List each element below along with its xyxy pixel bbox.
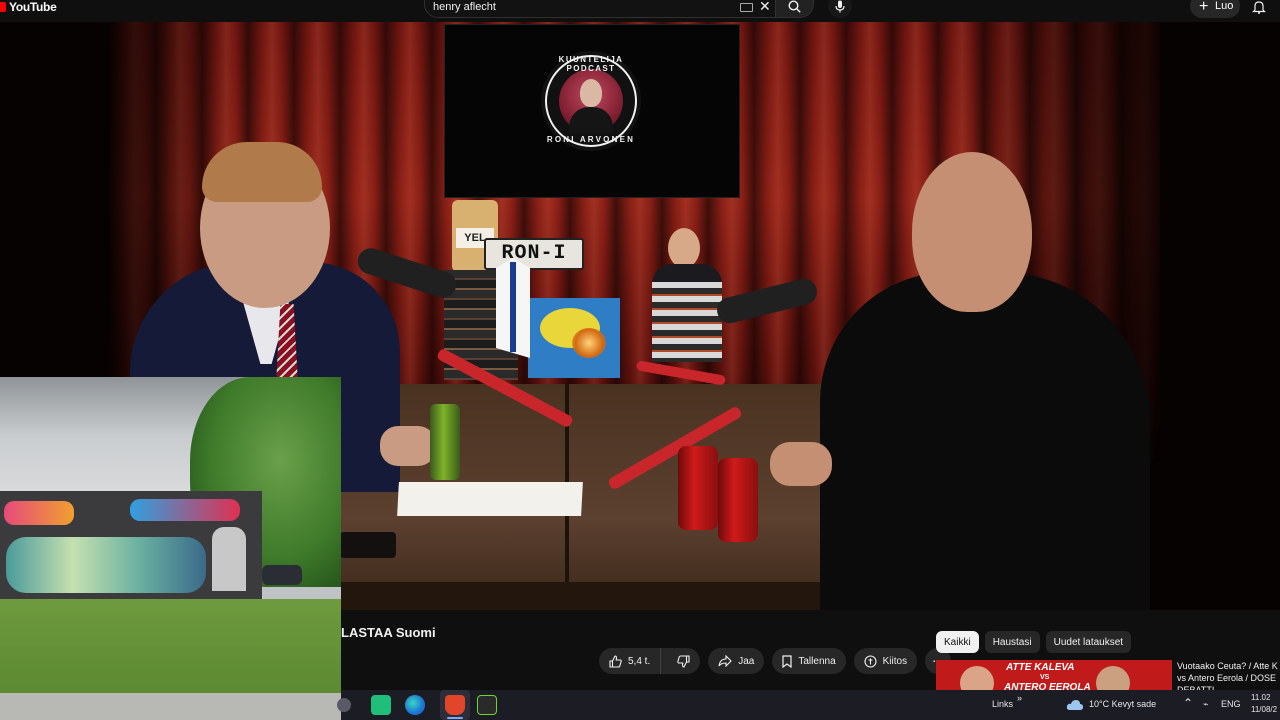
youtube-logo-text: YouTube [9, 0, 57, 14]
cola-can-2 [718, 458, 758, 542]
lamp [572, 328, 606, 358]
save-button[interactable]: Tallenna [772, 648, 846, 674]
windows-taskbar: Links » 10°C Kevyt sade ⌃ ⌁ ENG 11.02 11… [337, 690, 1280, 720]
guest-right [820, 272, 1150, 610]
youtube-logo[interactable]: YouTube [0, 0, 57, 14]
filter-chips: Kaikki Haustasi Uudet lataukset [936, 631, 1132, 653]
podcast-screen: KUUNTELIJA PODCAST RONI ARVONEN [444, 24, 740, 198]
cardboard-cutout-head [668, 228, 700, 268]
dislike-button[interactable] [667, 648, 700, 674]
weather-readout[interactable]: 10°C Kevyt sade [1089, 699, 1156, 709]
notifications-button[interactable] [1252, 0, 1266, 19]
guest-right-hand [770, 442, 832, 486]
video-info: LASTAA Suomi 5,4 t. Jaa Tallenna Kiitos … [341, 610, 1280, 700]
system-clock[interactable]: 11.02 11/08/2 [1251, 692, 1277, 716]
links-toolbar[interactable]: Links [992, 699, 1013, 709]
share-icon [718, 655, 733, 667]
clock-date: 11/08/2 [1251, 705, 1278, 714]
plus-icon: + [1199, 0, 1209, 15]
bell-icon [1252, 1, 1266, 14]
lawn [0, 599, 341, 693]
parked-car [262, 565, 302, 585]
clock-time: 11.02 [1251, 693, 1271, 702]
language-indicator[interactable]: ENG [1221, 699, 1241, 709]
like-button[interactable]: 5,4 t. [599, 648, 662, 674]
book-stack-right [652, 282, 722, 362]
share-label: Jaa [738, 655, 755, 667]
thanks-icon [864, 654, 877, 668]
podcast-logo-top-text: KUUNTELIJA PODCAST [558, 55, 624, 73]
like-dislike-group: 5,4 t. [599, 648, 701, 674]
microphone-icon [835, 0, 845, 13]
search-input[interactable] [433, 1, 723, 13]
notes-paper [397, 482, 583, 516]
youtube-play-icon [0, 2, 6, 12]
podcast-logo: KUUNTELIJA PODCAST RONI ARVONEN [541, 51, 641, 151]
network-icon[interactable]: ⌁ [1203, 699, 1208, 710]
create-label: Luo [1215, 0, 1234, 12]
create-button[interactable]: + Luo [1190, 0, 1240, 18]
taskbar-app-icon[interactable] [337, 698, 351, 712]
taskbar-app-green-icon[interactable] [371, 695, 391, 715]
brave-icon[interactable] [445, 695, 465, 715]
weather-cloud-icon [1066, 700, 1083, 710]
save-label: Tallenna [798, 655, 836, 667]
edge-icon[interactable] [405, 695, 425, 715]
license-plate: RON-I [484, 238, 584, 270]
thumbnail-text-1: ATTE KALEVA [1006, 662, 1075, 673]
thumbs-up-icon [609, 654, 622, 668]
keyboard-icon[interactable] [740, 3, 753, 12]
voice-search-button[interactable] [828, 0, 852, 18]
guest-right-head [912, 152, 1032, 312]
host-left-hands [380, 426, 436, 466]
search-box: ✕ [424, 0, 776, 18]
camera-overlay [0, 377, 341, 720]
clear-search-icon[interactable]: ✕ [759, 0, 771, 15]
chip-all[interactable]: Kaikki [936, 631, 979, 653]
share-button[interactable]: Jaa [708, 648, 765, 674]
path [0, 693, 341, 720]
links-chevron-icon[interactable]: » [1017, 693, 1022, 703]
energy-drink-can [430, 404, 460, 480]
podcast-logo-bottom-text: RONI ARVONEN [546, 135, 636, 144]
masthead: YouTube ✕ + Luo [0, 0, 1280, 22]
cola-can-1 [678, 446, 718, 530]
chip-new-uploads[interactable]: Uudet lataukset [1045, 631, 1132, 653]
like-count: 5,4 t. [628, 655, 651, 667]
thumbs-down-icon [677, 654, 690, 668]
taskbar-terminal-icon[interactable] [477, 695, 497, 715]
thanks-button[interactable]: Kiitos [853, 648, 918, 674]
thumbnail-vs: VS [1040, 674, 1050, 681]
phone [340, 532, 396, 558]
chip-from-search[interactable]: Haustasi [984, 631, 1040, 653]
video-title: LASTAA Suomi [341, 625, 436, 640]
tray-chevron-up-icon[interactable]: ⌃ [1183, 696, 1193, 710]
thanks-label: Kiitos [882, 655, 908, 667]
search-button[interactable] [776, 0, 814, 18]
bookmark-icon [782, 654, 792, 668]
search-icon [788, 0, 801, 13]
video-actions: 5,4 t. Jaa Tallenna Kiitos [599, 648, 952, 676]
